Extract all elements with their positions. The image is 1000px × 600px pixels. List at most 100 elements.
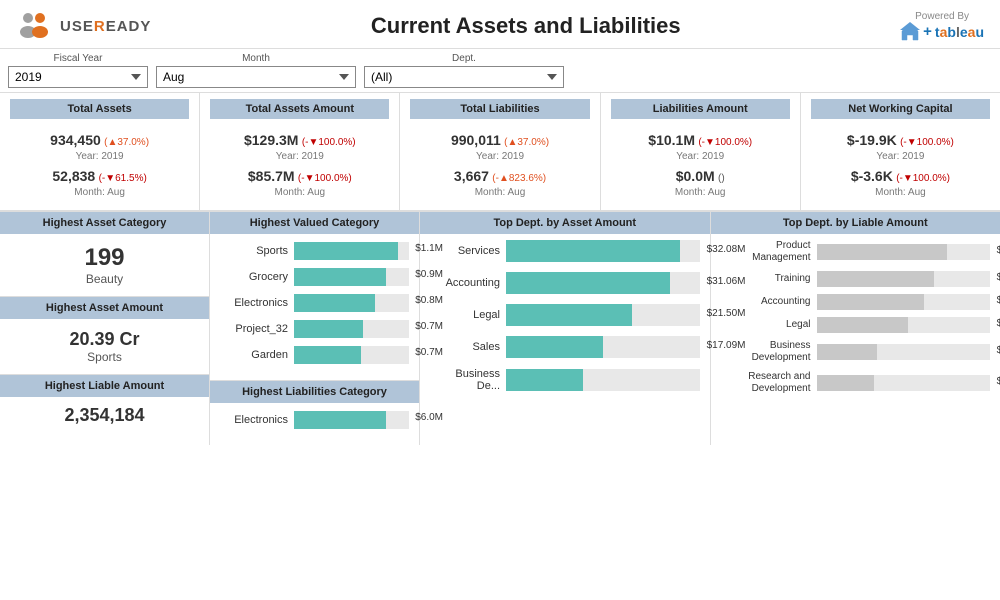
kpi-total-assets-amount: Total Assets Amount $129.3M (-▼100.0%) Y… [200, 93, 400, 210]
hlc-header: Highest Liabilities Category [210, 381, 419, 403]
hac-label: Beauty [8, 272, 201, 286]
tda-bar-inner [506, 240, 680, 262]
la-year-change: (-▼100.0%) [698, 137, 752, 148]
la-month-value: $0.0M [676, 168, 715, 184]
tda-bar-value: $21.50M [707, 308, 746, 319]
tda-bar-value: $17.09M [707, 340, 746, 351]
nwc-month-change: (-▼100.0%) [896, 173, 950, 184]
haa-header: Highest Asset Amount [0, 297, 209, 319]
hvc-bar-inner [294, 268, 386, 286]
tdl-bar-value: $1.44M [997, 272, 1000, 283]
kpi-row: Total Assets 934,450 (▲37.0%) Year: 2019… [0, 93, 1000, 211]
hvc-bar-inner [294, 320, 363, 338]
ta-year-value: 934,450 [50, 132, 101, 148]
mid-left-column: Highest Valued Category Sports $1.1M Gro… [210, 212, 420, 445]
tda-bar-row: Business De... [430, 368, 700, 392]
hvc-bar-inner [294, 346, 361, 364]
kpi-la-header: Liabilities Amount [611, 99, 790, 119]
tdl-bar-inner [817, 317, 909, 333]
hlc-bar-outer: $6.0M [294, 411, 409, 429]
tda-bar-inner [506, 304, 632, 326]
kpi-net-working-capital: Net Working Capital $-19.9K (-▼100.0%) Y… [801, 93, 1000, 210]
highest-asset-category-section: Highest Asset Category 199 Beauty [0, 212, 209, 297]
haa-value: 20.39 Cr [8, 329, 201, 350]
tdl-bar-inner [817, 344, 878, 360]
hlc-chart: Electronics $6.0M [210, 403, 419, 445]
tda-bar-row: Sales $17.09M [430, 336, 700, 358]
tdl-bar-value: $0.74M [997, 345, 1000, 356]
tdl-bar-inner [817, 271, 935, 287]
haa-label: Sports [8, 350, 201, 364]
la-month-change: () [718, 173, 725, 184]
hvc-bar-inner [294, 294, 375, 312]
highest-valued-category-section: Highest Valued Category Sports $1.1M Gro… [210, 212, 419, 381]
home-icon [900, 22, 920, 42]
haa-content: 20.39 Cr Sports [0, 319, 209, 374]
hvc-bar-value: $0.7M [415, 347, 443, 358]
tdl-bar-outer: $1.12M [817, 317, 991, 333]
tableau-logo: + tableau [900, 22, 984, 42]
ta-month-change: (-▼61.5%) [99, 173, 147, 184]
fiscal-year-label: Fiscal Year [8, 53, 148, 64]
fiscal-year-select[interactable]: 2019 [8, 66, 148, 88]
hlc-bar-row: Electronics $6.0M [220, 411, 409, 429]
tda-bar-value: $32.08M [707, 244, 746, 255]
tdl-bar-outer: $0.74M [817, 344, 991, 360]
hac-content: 199 Beauty [0, 234, 209, 296]
nwc-month-value: $-3.6K [851, 168, 893, 184]
tl-year-label: Year: 2019 [414, 151, 585, 162]
la-year-value: $10.1M [648, 132, 695, 148]
hvc-bar-label: Sports [220, 245, 288, 257]
hvc-bar-inner [294, 242, 398, 260]
tda-bar-inner [506, 272, 670, 294]
taa-month-value: $85.7M [248, 168, 295, 184]
hvc-bar-row: Sports $1.1M [220, 242, 409, 260]
tda-bar-outer: $17.09M [506, 336, 700, 358]
filters-bar: Fiscal Year 2019 Month Aug Dept. (All) [0, 49, 1000, 93]
tda-bar-row: Services $32.08M [430, 240, 700, 262]
tdl-bar-inner [817, 244, 947, 260]
tdl-chart: ProductManagement $1.56M Training $1.44M… [711, 234, 1000, 408]
powered-by-label: Powered By [900, 11, 984, 22]
month-label: Month [156, 53, 356, 64]
logo-icon [16, 8, 52, 44]
tl-month-label: Month: Aug [414, 187, 585, 198]
hlc-bar-inner [294, 411, 386, 429]
kpi-total-liabilities: Total Liabilities 990,011 (▲37.0%) Year:… [400, 93, 600, 210]
highest-liable-amount-section: Highest Liable Amount 2,354,184 [0, 375, 209, 434]
hla-header: Highest Liable Amount [0, 375, 209, 397]
tda-bar-outer: $32.08M [506, 240, 700, 262]
tdl-bar-value: $1.12M [997, 318, 1000, 329]
month-filter: Month Aug [156, 53, 356, 88]
kpi-liabilities-amount: Liabilities Amount $10.1M (-▼100.0%) Yea… [601, 93, 801, 210]
taa-year-value: $129.3M [244, 132, 298, 148]
kpi-taa-header: Total Assets Amount [210, 99, 389, 119]
tl-year-change: (▲37.0%) [504, 137, 549, 148]
page-title: Current Assets and Liabilities [371, 13, 681, 39]
hvc-bar-outer: $0.9M [294, 268, 409, 286]
hvc-bar-value: $0.7M [415, 321, 443, 332]
hvc-bar-row: Project_32 $0.7M [220, 320, 409, 338]
kpi-nwc-header: Net Working Capital [811, 99, 990, 119]
tda-chart: Services $32.08M Accounting $31.06M Lega… [420, 234, 710, 408]
fiscal-year-filter: Fiscal Year 2019 [8, 53, 148, 88]
logo-area: USEREADY [16, 8, 151, 44]
hvc-bar-row: Grocery $0.9M [220, 268, 409, 286]
hvc-bar-label: Electronics [220, 297, 288, 309]
hvc-bar-outer: $0.8M [294, 294, 409, 312]
tdl-bar-row: Training $1.44M [721, 271, 991, 287]
tda-header: Top Dept. by Asset Amount [420, 212, 710, 234]
tl-month-change: (-▲823.6%) [492, 173, 546, 184]
hla-value: 2,354,184 [8, 405, 201, 426]
month-select[interactable]: Aug [156, 66, 356, 88]
tda-bar-row: Legal $21.50M [430, 304, 700, 326]
hvc-bar-row: Electronics $0.8M [220, 294, 409, 312]
hac-value: 199 [8, 244, 201, 272]
nwc-year-change: (-▼100.0%) [900, 137, 954, 148]
nwc-month-label: Month: Aug [815, 187, 986, 198]
taa-month-change: (-▼100.0%) [298, 173, 352, 184]
ta-year-change: (▲37.0%) [104, 137, 149, 148]
tda-bar-outer: $21.50M [506, 304, 700, 326]
dept-select[interactable]: (All) [364, 66, 564, 88]
taa-year-change: (-▼100.0%) [302, 137, 356, 148]
